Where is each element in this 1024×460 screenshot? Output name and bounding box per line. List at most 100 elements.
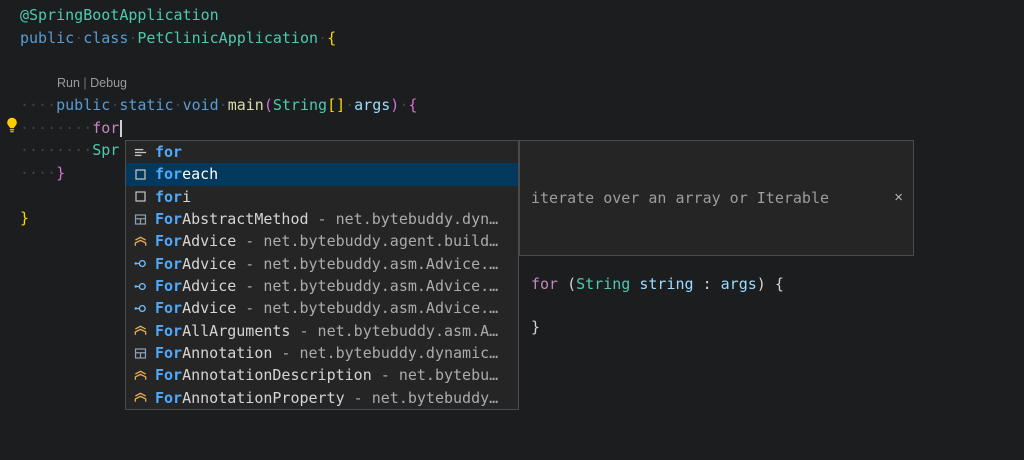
token: public (56, 96, 110, 114)
suggestion-match-text: For (155, 255, 182, 273)
class-icon (132, 233, 148, 249)
suggestion-rest-text: AnnotationProperty (182, 389, 345, 407)
interface-icon (132, 256, 148, 272)
suggestion-label: ForAdvice - net.bytebuddy.asm.Advice.… (155, 299, 498, 317)
code-line-blank (20, 49, 417, 72)
suggestion-match-text: for (155, 143, 182, 161)
token: ) { (757, 275, 784, 293)
suggestion-detail-text: - net.bytebuddy.dynamic… (272, 344, 498, 362)
interface-icon (132, 300, 148, 316)
code-line-for: ········for (20, 117, 417, 140)
token: main (228, 96, 264, 114)
token: ········ (20, 119, 92, 137)
token: } (56, 164, 65, 182)
structure-icon (132, 345, 148, 361)
docs-code-line: for (String string : args) { (531, 274, 903, 296)
codelens-separator: | (80, 76, 90, 90)
suggestion-detail-text: - net.bytebuddy.dyn… (309, 210, 499, 228)
token: static (119, 96, 173, 114)
token: ( (558, 275, 576, 293)
suggest-item-forannotation[interactable]: ForAnnotation - net.bytebuddy.dynamic… (126, 342, 518, 364)
codelens-debug-link[interactable]: Debug (90, 76, 127, 90)
suggestion-rest-text: Advice (182, 277, 236, 295)
lightbulb-icon[interactable] (3, 116, 21, 134)
suggestion-label: ForAllArguments - net.bytebuddy.asm.A… (155, 322, 498, 340)
token: String (576, 275, 630, 293)
interface-icon (132, 278, 148, 294)
suggest-item-foradvice[interactable]: ForAdvice - net.bytebuddy.agent.build… (126, 230, 518, 252)
suggestion-detail-text: - net.bytebuddy.asm.A… (290, 322, 498, 340)
suggestion-label: for (155, 143, 182, 161)
code-line-class-decl: public·class·PetClinicApplication·{ (20, 27, 417, 50)
suggestion-rest-text: Annotation (182, 344, 272, 362)
token: · (399, 96, 408, 114)
class-icon (132, 390, 148, 406)
close-icon[interactable]: × (894, 188, 903, 207)
keyword-icon (132, 144, 148, 160)
class-icon (132, 323, 148, 339)
suggestion-match-text: For (155, 277, 182, 295)
intellisense-suggest-widget: forforeachforiForAbstractMethod - net.by… (125, 140, 519, 410)
token: · (74, 29, 83, 47)
suggest-item-forannotationproperty[interactable]: ForAnnotationProperty - net.bytebuddy… (126, 387, 518, 409)
suggestion-label: ForAdvice - net.bytebuddy.asm.Advice.… (155, 255, 498, 273)
token: ···· (20, 164, 56, 182)
suggestion-match-text: For (155, 389, 182, 407)
suggest-item-foreach[interactable]: foreach (126, 163, 518, 185)
suggest-item-fori[interactable]: fori (126, 186, 518, 208)
suggestion-detail-text: - net.bytebuddy… (345, 389, 499, 407)
token: @SpringBootApplication (20, 6, 219, 24)
suggestion-match-text: For (155, 344, 182, 362)
token: string (639, 275, 693, 293)
token: Spr (92, 141, 119, 159)
suggestion-label: fori (155, 188, 191, 206)
suggestion-match-text: For (155, 299, 182, 317)
token: String (273, 96, 327, 114)
suggest-item-forallarguments[interactable]: ForAllArguments - net.bytebuddy.asm.A… (126, 320, 518, 342)
suggest-item-forabstractmethod[interactable]: ForAbstractMethod - net.bytebuddy.dyn… (126, 208, 518, 230)
token: } (531, 318, 540, 336)
token: { (408, 96, 417, 114)
suggest-item-for[interactable]: for (126, 141, 518, 163)
token: · (345, 96, 354, 114)
code-line-annotation: @SpringBootApplication (20, 4, 417, 27)
suggestion-label: foreach (155, 165, 218, 183)
suggestion-match-text: For (155, 210, 182, 228)
token: : (694, 275, 721, 293)
token: ( (264, 96, 273, 114)
codelens-line: Run | Debug (20, 72, 417, 95)
suggestion-label: ForAnnotation - net.bytebuddy.dynamic… (155, 344, 498, 362)
suggestion-rest-text: AnnotationDescription (182, 366, 372, 384)
suggestion-detail-text: - net.bytebuddy.asm.Advice.… (236, 255, 498, 273)
suggestion-match-text: for (155, 188, 182, 206)
suggestion-rest-text: i (182, 188, 191, 206)
codelens-run-link[interactable]: Run (57, 76, 80, 90)
suggestion-match-text: For (155, 366, 182, 384)
suggestion-rest-text: Advice (182, 255, 236, 273)
suggestion-match-text: For (155, 322, 182, 340)
token: for (531, 275, 558, 293)
token: { (327, 29, 336, 47)
docs-code-block: for (String string : args) {} (531, 253, 903, 339)
token: ········ (20, 141, 92, 159)
suggest-item-foradvice[interactable]: ForAdvice - net.bytebuddy.asm.Advice.… (126, 297, 518, 319)
suggestion-match-text: For (155, 232, 182, 250)
suggestion-docs-panel: iterate over an array or Iterable × for … (519, 140, 914, 256)
token: void (183, 96, 219, 114)
suggestion-rest-text: AbstractMethod (182, 210, 308, 228)
docs-summary-text: iterate over an array or Iterable (531, 188, 829, 210)
token: · (219, 96, 228, 114)
structure-icon (132, 211, 148, 227)
token: PetClinicApplication (137, 29, 318, 47)
token: · (174, 96, 183, 114)
suggest-item-foradvice[interactable]: ForAdvice - net.bytebuddy.asm.Advice.… (126, 253, 518, 275)
suggest-item-forannotationdescription[interactable]: ForAnnotationDescription - net.bytebu… (126, 364, 518, 386)
suggestion-rest-text: Advice (182, 299, 236, 317)
suggest-item-foradvice[interactable]: ForAdvice - net.bytebuddy.asm.Advice.… (126, 275, 518, 297)
docs-code-line: } (531, 317, 903, 339)
docs-code-line (531, 296, 903, 318)
suggestion-detail-text: - net.bytebuddy.agent.build… (236, 232, 498, 250)
suggestion-rest-text: AllArguments (182, 322, 290, 340)
snippet-icon (132, 189, 148, 205)
token: · (110, 96, 119, 114)
